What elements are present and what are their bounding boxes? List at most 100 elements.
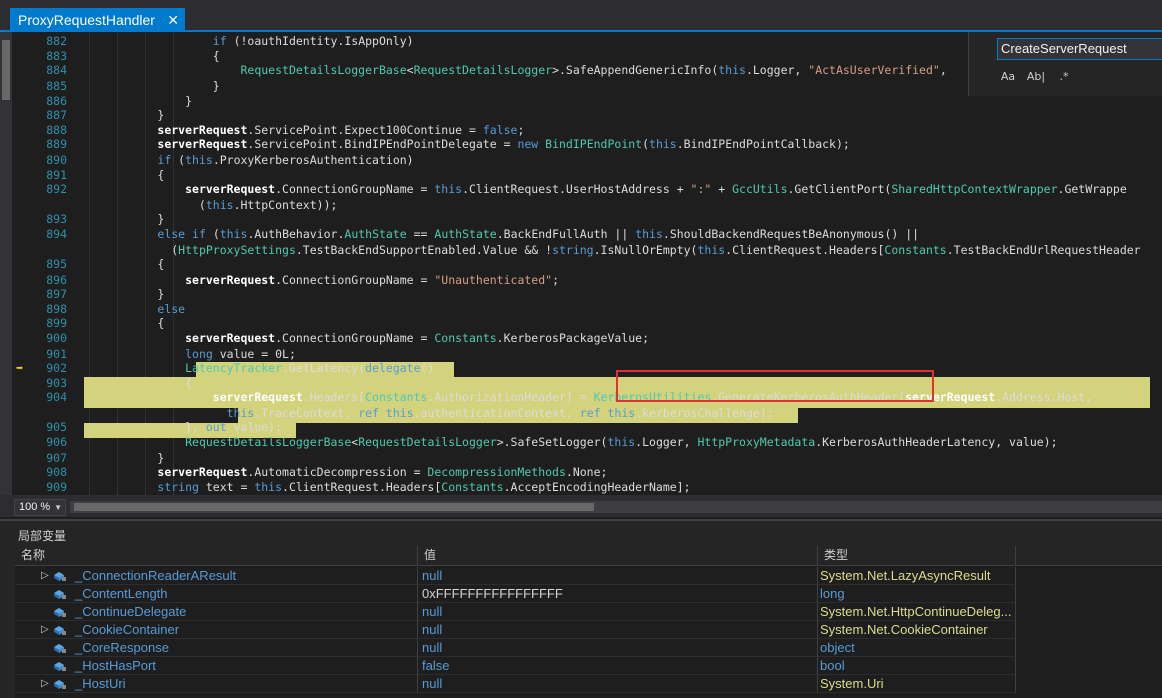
expand-arrow-icon[interactable]: ▷ (41, 567, 49, 584)
code-text: serverRequest.ConnectionGroupName = this… (185, 182, 1127, 196)
local-name: _ConnectionReaderAResult (75, 568, 237, 583)
code-line[interactable]: 906 RequestDetailsLoggerBase<RequestDeta… (12, 435, 1162, 450)
code-line[interactable]: 887 } (12, 108, 1162, 123)
locals-panel: 局部变量 名称 值 类型 ▷ _ConnectionReaderAResult nu… (0, 519, 1162, 698)
code-text: } (102, 108, 165, 122)
code-text: this.TraceContext, ref this.authenticati… (226, 406, 774, 420)
code-text: string text = this.ClientRequest.Headers… (157, 479, 691, 494)
regex-icon[interactable]: .* (1053, 68, 1075, 86)
local-value-cell[interactable]: null (418, 567, 818, 585)
code-line[interactable]: 889 serverRequest.ServicePoint.BindIPEnd… (12, 137, 1162, 152)
locals-row[interactable]: _ContentLength 0xFFFFFFFFFFFFFFFF long (15, 585, 1162, 603)
code-line[interactable]: 901 long value = 0L; (12, 347, 1162, 362)
tab-proxy-request-handler[interactable]: ProxyRequestHandler ✕ (10, 8, 185, 32)
local-name: _HostUri (75, 676, 126, 691)
code-text: LatencyTracker.GetLatency(delegate() (185, 361, 435, 375)
code-line[interactable]: 899 { (12, 316, 1162, 331)
code-line[interactable]: 898 else (12, 302, 1162, 317)
code-editor[interactable]: 882 if (!oauthIdentity.IsAppOnly) 883 {88… (0, 32, 1162, 495)
local-value-cell[interactable]: null (418, 639, 818, 657)
document-tab-bar: ProxyRequestHandler ✕ (0, 0, 1162, 32)
code-line[interactable]: 891 { (12, 168, 1162, 183)
local-name-cell[interactable]: _ContentLength (15, 585, 418, 603)
local-name-cell[interactable]: ▷ _HostUri (15, 675, 418, 693)
line-number: 889 (46, 137, 67, 151)
local-value-cell[interactable]: null (418, 621, 818, 639)
code-text: long value = 0L; (185, 346, 296, 361)
code-line[interactable]: 902 LatencyTracker.GetLatency(delegate()… (12, 361, 1162, 376)
expand-arrow-icon[interactable]: ▷ (41, 621, 49, 638)
column-header-value[interactable]: 值 (418, 546, 818, 566)
code-text: { (102, 48, 220, 63)
local-name: _ContentLength (75, 586, 168, 601)
locals-row[interactable]: _CoreResponse null object (15, 639, 1162, 657)
local-value-cell[interactable]: false (418, 657, 818, 675)
code-line[interactable]: 909 string text = this.ClientRequest.Hea… (12, 480, 1162, 495)
local-value-cell[interactable]: 0xFFFFFFFFFFFFFFFF (418, 585, 818, 603)
code-line[interactable]: 893 } (12, 212, 1162, 227)
editor-vertical-scrollbar[interactable] (0, 32, 12, 495)
locals-grid[interactable]: 名称 值 类型 ▷ _ConnectionReaderAResult null Sys… (15, 546, 1162, 698)
code-line[interactable]: (this.HttpContext)); (12, 198, 1162, 213)
code-line[interactable]: 900 serverRequest.ConnectionGroupName = … (12, 331, 1162, 346)
code-line[interactable]: 904 serverRequest.Headers[Constants.Auth… (12, 390, 1162, 405)
code-line[interactable]: this.TraceContext, ref this.authenticati… (12, 406, 1162, 421)
code-text: else if (this.AuthBehavior.AuthState == … (157, 226, 920, 241)
line-number: 907 (46, 450, 67, 465)
code-line[interactable]: 894 else if (this.AuthBehavior.AuthState… (12, 227, 1162, 242)
code-text: { (102, 375, 193, 390)
line-number: 899 (46, 316, 67, 330)
code-line[interactable]: 905 }, out value); (12, 420, 1162, 435)
code-line[interactable]: 903 { (12, 376, 1162, 391)
code-line[interactable]: 895 { (12, 257, 1162, 272)
local-type-cell: System.Net.HttpContinueDeleg... (818, 603, 1016, 621)
scrollbar-thumb[interactable] (2, 40, 10, 100)
line-number: 894 (46, 226, 67, 241)
code-text: serverRequest.AutomaticDecompression = D… (157, 465, 608, 479)
local-value-cell[interactable]: null (418, 603, 818, 621)
field-icon (54, 572, 66, 581)
local-name-cell[interactable]: _CoreResponse (15, 639, 418, 657)
local-name-cell[interactable]: _HostHasPort (15, 657, 418, 675)
horizontal-scrollbar[interactable] (70, 501, 1162, 513)
locals-row[interactable]: ▷ _HostUri null System.Uri (15, 675, 1162, 693)
code-text: RequestDetailsLoggerBase<RequestDetailsL… (240, 63, 947, 77)
line-number: 900 (46, 330, 67, 345)
code-area[interactable]: 882 if (!oauthIdentity.IsAppOnly) 883 {88… (12, 32, 1162, 495)
annotation-red-box (616, 370, 934, 402)
locals-row[interactable]: _ContinueDelegate null System.Net.HttpCont… (15, 603, 1162, 621)
field-icon (54, 662, 66, 671)
code-line[interactable]: 896 serverRequest.ConnectionGroupName = … (12, 273, 1162, 288)
line-number: 892 (46, 182, 67, 196)
local-type-cell: bool (818, 657, 1016, 675)
code-line[interactable]: 888 serverRequest.ServicePoint.Expect100… (12, 123, 1162, 138)
code-line[interactable]: 892 serverRequest.ConnectionGroupName = … (12, 182, 1162, 197)
column-header-name[interactable]: 名称 (15, 546, 418, 566)
whole-word-icon[interactable]: Ab| (1025, 68, 1047, 86)
local-name-cell[interactable]: ▷ _CookieContainer (15, 621, 418, 639)
line-number: 893 (46, 212, 67, 226)
code-line[interactable]: 897 } (12, 287, 1162, 302)
locals-row[interactable]: ▷ _CookieContainer null System.Net.CookieCo… (15, 621, 1162, 639)
find-input[interactable]: CreateServerRequest (997, 38, 1162, 60)
close-icon[interactable]: ✕ (167, 8, 179, 32)
local-name-cell[interactable]: ▷ _ConnectionReaderAResult (15, 567, 418, 585)
grid-header: 名称 值 类型 (15, 546, 1162, 566)
line-number: 896 (46, 272, 67, 287)
code-line[interactable]: 890 if (this.ProxyKerberosAuthentication… (12, 153, 1162, 168)
locals-row[interactable]: _HostHasPort false bool (15, 657, 1162, 675)
code-line[interactable]: 907 } (12, 451, 1162, 466)
column-header-type[interactable]: 类型 (818, 546, 1016, 566)
local-value-cell[interactable]: null (418, 675, 818, 693)
zoom-dropdown[interactable]: 100 % ▼ (14, 499, 66, 516)
code-text: } (102, 287, 165, 301)
locals-row[interactable]: ▷ _ConnectionReaderAResult null System.Net.… (15, 567, 1162, 585)
match-case-icon[interactable]: Aa (997, 68, 1019, 86)
scrollbar-thumb[interactable] (74, 503, 594, 511)
line-number: 906 (46, 434, 67, 449)
expand-arrow-icon[interactable]: ▷ (41, 675, 49, 692)
local-name-cell[interactable]: _ContinueDelegate (15, 603, 418, 621)
code-line[interactable]: 908 serverRequest.AutomaticDecompression… (12, 465, 1162, 480)
line-number: 884 (46, 63, 67, 77)
code-line[interactable]: (HttpProxySettings.TestBackEndSupportEna… (12, 243, 1162, 258)
